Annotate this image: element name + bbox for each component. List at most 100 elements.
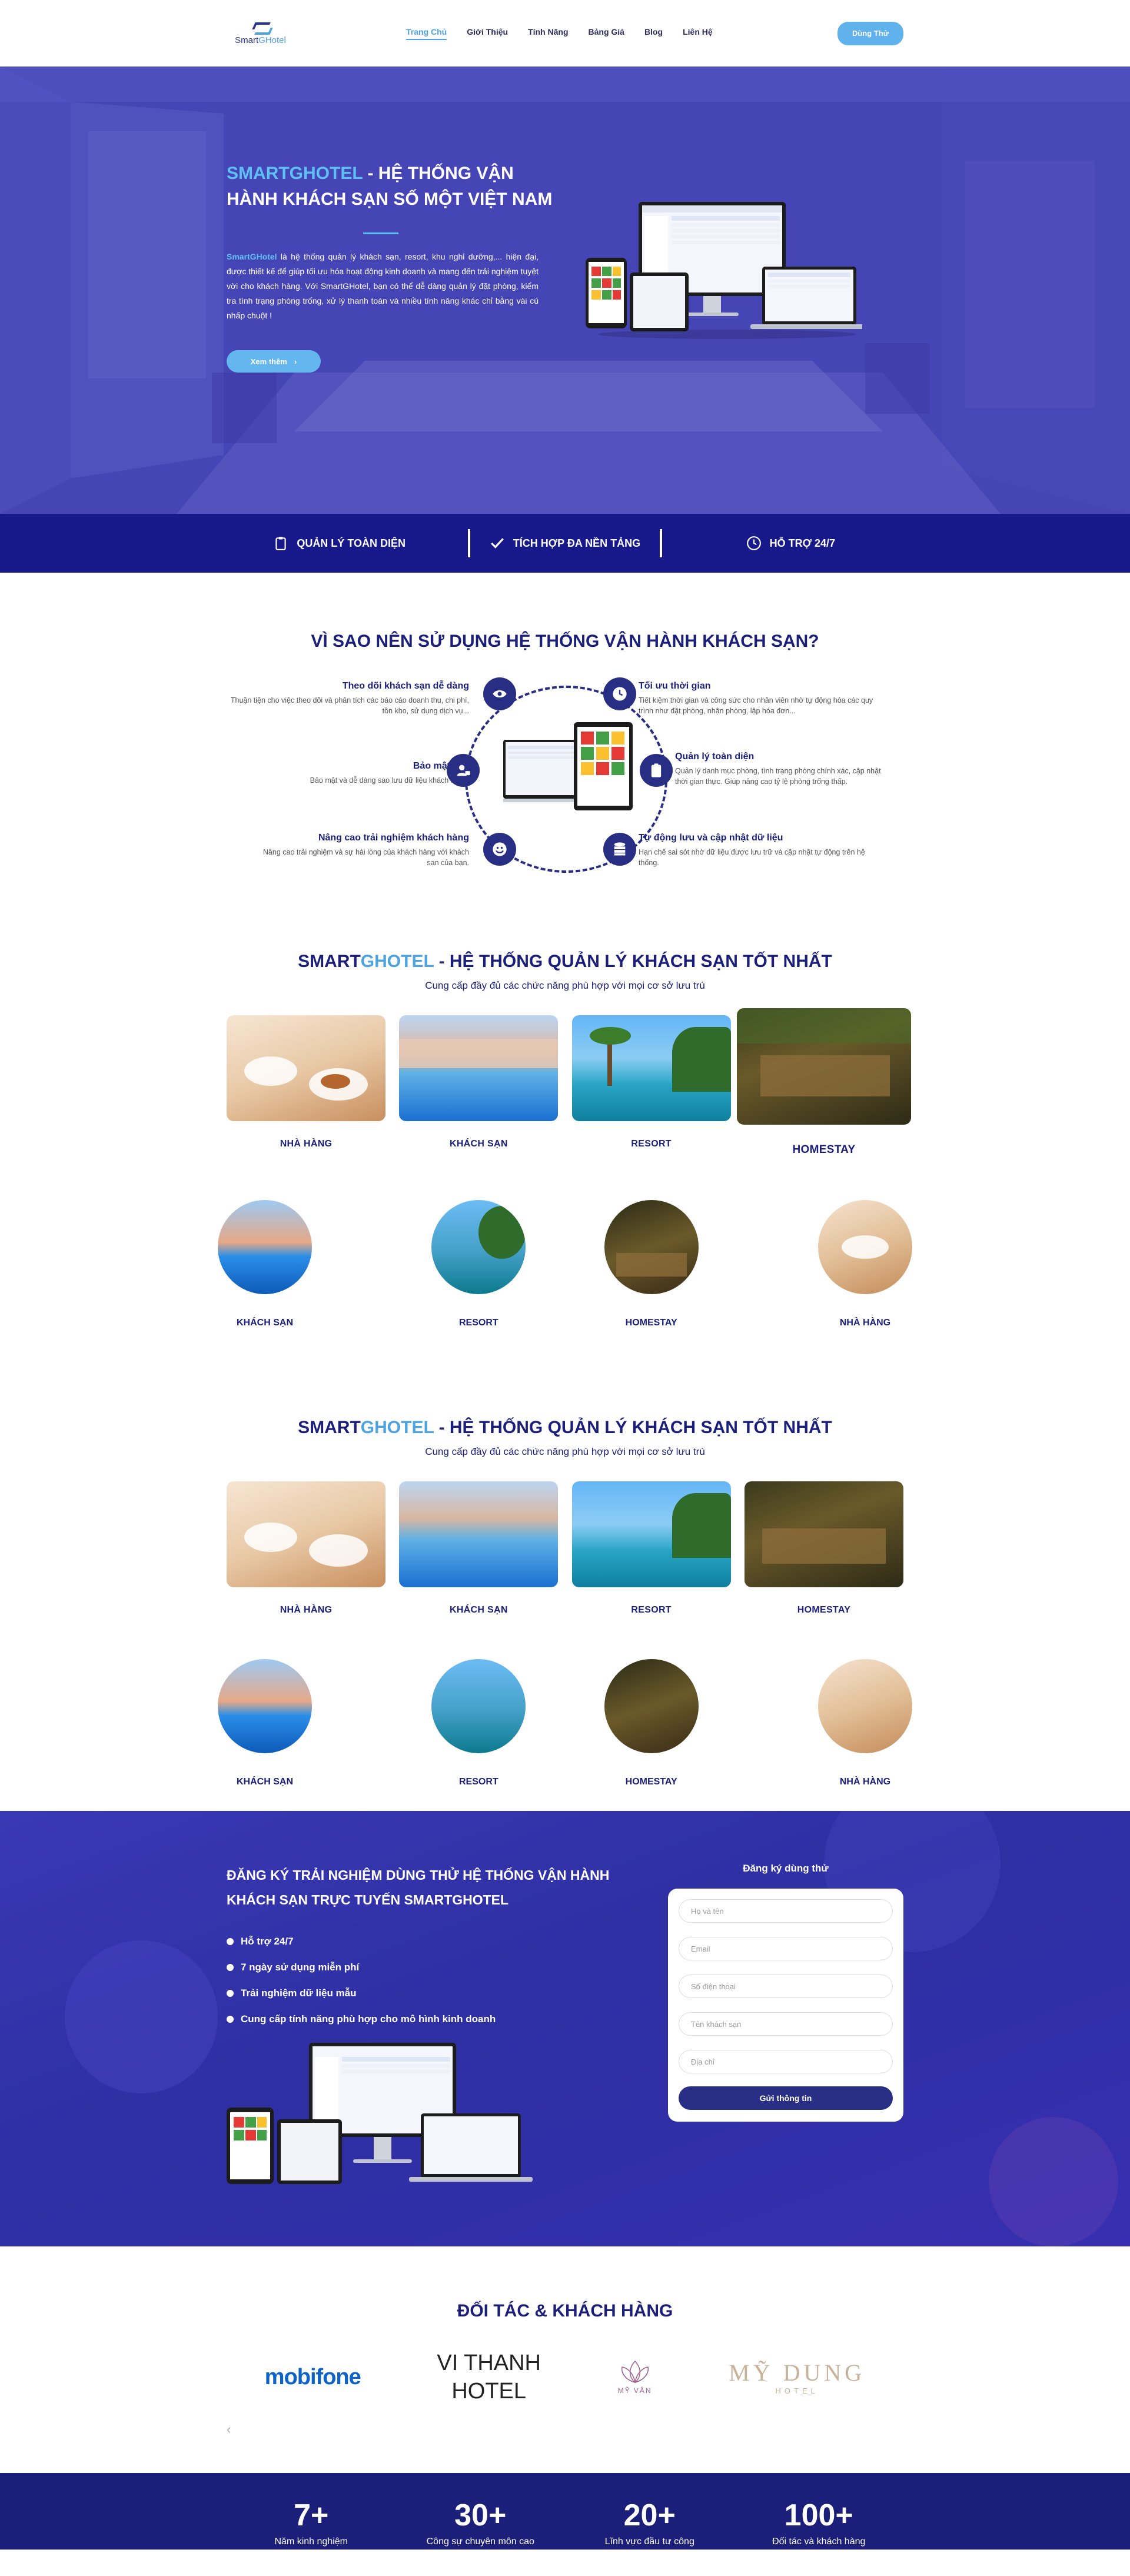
- why-item-desc: Nâng cao trải nghiệm và sự hài lòng của …: [262, 848, 469, 867]
- hotel-round-image: [218, 1200, 312, 1294]
- name-field[interactable]: Họ và tên: [679, 1899, 893, 1923]
- why-item: Tối ưu thời gian Tiết kiệm thời gian và …: [639, 681, 886, 716]
- hotel-title-accent: GHOTEL: [360, 1418, 434, 1437]
- round-homestay[interactable]: HOMESTAY: [572, 1659, 731, 1787]
- see-more-button[interactable]: Xem thêm ›: [227, 350, 321, 373]
- partner-logo-mobifone: mobifone: [265, 2365, 361, 2390]
- hotel-title-part: SMART: [298, 1418, 361, 1437]
- card-restaurant[interactable]: NHÀ HÀNG: [227, 1015, 385, 1156]
- mobifone-text: mobifone: [264, 2364, 361, 2389]
- card-restaurant[interactable]: NHÀ HÀNG: [227, 1481, 385, 1616]
- stat-item: 7+ Năm kinh nghiệm: [235, 2498, 388, 2547]
- nav-features[interactable]: Tính Năng: [528, 27, 568, 40]
- check-icon: [490, 538, 504, 549]
- nav-pricing[interactable]: Bảng Giá: [589, 27, 624, 40]
- clock-icon: [603, 677, 636, 710]
- chevron-right-icon: ›: [294, 357, 297, 366]
- feature-label: HỖ TRỢ 24/7: [769, 537, 835, 549]
- round-homestay[interactable]: HOMESTAY: [572, 1200, 731, 1328]
- benefit-item: 7 ngày sử dụng miễn phí: [227, 1962, 639, 1973]
- round-restaurant[interactable]: NHÀ HÀNG: [745, 1659, 986, 1787]
- homestay-image: [744, 1481, 903, 1587]
- hero-title: SMARTGHOTEL - HỆ THỐNG VẬN HÀNH KHÁCH SẠ…: [227, 161, 556, 212]
- homestay-round-image: [604, 1659, 699, 1753]
- feature-label: QUẢN LÝ TOÀN DIỆN: [297, 537, 406, 549]
- round-label: RESORT: [458, 1318, 498, 1328]
- partner-logo-mydung: MỸ DUNG HOTEL: [729, 2359, 865, 2395]
- card-label: RESORT: [631, 1605, 672, 1615]
- stat-number: 20+: [623, 2498, 676, 2532]
- card-homestay[interactable]: HOMESTAY: [736, 1008, 911, 1156]
- round-resort[interactable]: RESORT: [399, 1200, 558, 1328]
- email-field[interactable]: Email: [679, 1937, 893, 1960]
- benefit-item: Hỗ trợ 24/7: [227, 1936, 639, 1947]
- phone-field[interactable]: Số điện thoại: [679, 1975, 893, 1998]
- hotel-round-image: [218, 1659, 312, 1753]
- card-homestay[interactable]: HOMESTAY: [744, 1481, 903, 1616]
- resort-image: [571, 1481, 731, 1587]
- logo[interactable]: SmartGHotel: [227, 21, 294, 45]
- round-restaurant[interactable]: NHÀ HÀNG: [745, 1200, 986, 1328]
- card-label: KHÁCH SẠN: [449, 1139, 508, 1149]
- benefit-list: Hỗ trợ 24/7 7 ngày sử dụng miễn phí Trải…: [227, 1936, 639, 2025]
- main-nav: Trang Chủ Giới Thiệu Tính Năng Bảng Giá …: [406, 27, 733, 40]
- trial-button[interactable]: Dùng Thử: [837, 21, 903, 45]
- devices-mockup-image: [586, 202, 862, 339]
- feature-item-support: HỖ TRỢ 24/7: [693, 529, 888, 557]
- why-item-desc: Bảo mật và dễ dàng sao lưu dữ liệu khách…: [310, 776, 469, 785]
- feature-label: TÍCH HỢP ĐA NỀN TẢNG: [513, 537, 641, 549]
- register-info: ĐĂNG KÝ TRẢI NGHIỆM DÙNG THỬ HỆ THỐNG VẬ…: [227, 1863, 639, 2199]
- card-resort[interactable]: RESORT: [571, 1481, 731, 1616]
- stat-item: 100+ Đối tác và khách hàng: [742, 2498, 895, 2547]
- devices-mockup-image: [227, 2043, 533, 2184]
- app-mockup-image: [503, 722, 633, 810]
- chevron-left-icon[interactable]: ‹: [227, 2422, 231, 2437]
- round-label: RESORT: [458, 1777, 498, 1787]
- round-hotel[interactable]: KHÁCH SẠN: [144, 1200, 385, 1328]
- stat-number: 30+: [454, 2498, 507, 2532]
- card-hotel[interactable]: KHÁCH SẠN: [399, 1481, 559, 1616]
- stat-label: Đối tác và khách hàng: [772, 2537, 866, 2547]
- nav-blog[interactable]: Blog: [644, 27, 663, 40]
- clipboard-icon: [640, 754, 673, 787]
- card-label: RESORT: [631, 1139, 672, 1149]
- register-form-panel: Đăng ký dùng thử Họ và tên Email Số điện…: [668, 1863, 903, 2122]
- round-label: NHÀ HÀNG: [839, 1318, 891, 1328]
- nav-home[interactable]: Trang Chủ: [406, 27, 447, 40]
- why-item-title: Bảo mật cao: [413, 761, 469, 771]
- logo-text-main: Smart: [235, 35, 259, 45]
- nav-contact[interactable]: Liên Hệ: [683, 27, 713, 40]
- round-label: KHÁCH SẠN: [237, 1777, 293, 1787]
- nav-about[interactable]: Giới Thiệu: [467, 27, 508, 40]
- restaurant-round-image: [817, 1659, 912, 1753]
- why-item-title: Quản lý toàn diện: [675, 752, 755, 762]
- stat-label: Năm kinh nghiệm: [274, 2537, 348, 2547]
- hotel-types-section-2: SMARTGHOTEL - HỆ THỐNG QUẢN LÝ KHÁCH SẠN…: [0, 1373, 1130, 1811]
- vithanh-line2: HOTEL: [451, 2379, 527, 2404]
- partner-logo-vithanh: VI THANH HOTEL: [437, 2349, 541, 2405]
- hotel-section-title: SMARTGHOTEL - HỆ THỐNG QUẢN LÝ KHÁCH SẠN…: [227, 1418, 903, 1438]
- hero-desc-text: là hệ thống quản lý khách sạn, resort, k…: [227, 252, 539, 320]
- card-hotel[interactable]: KHÁCH SẠN: [399, 1015, 559, 1156]
- why-item-title: Tự động lưu và cập nhật dữ liệu: [639, 833, 783, 843]
- submit-button[interactable]: Gửi thông tin: [679, 2086, 893, 2110]
- resort-round-image: [431, 1659, 526, 1753]
- why-features: Theo dõi khách sạn dễ dàng Thuận tiện ch…: [227, 677, 903, 905]
- see-more-label: Xem thêm: [250, 357, 287, 366]
- mydung-line2: HOTEL: [775, 2386, 819, 2395]
- hotel-name-field[interactable]: Tên khách sạn: [679, 2012, 893, 2036]
- hotel-title-accent: GHOTEL: [360, 952, 434, 971]
- why-item-title: Nâng cao trải nghiệm khách hàng: [318, 833, 469, 843]
- round-label: KHÁCH SẠN: [237, 1318, 293, 1328]
- card-resort[interactable]: RESORT: [571, 1015, 731, 1156]
- why-item-desc: Thuận tiện cho việc theo dõi và phân tíc…: [230, 696, 469, 715]
- why-item: Theo dõi khách sạn dễ dàng Thuận tiện ch…: [222, 681, 469, 716]
- resort-image: [571, 1015, 731, 1121]
- address-field[interactable]: Địa chỉ: [679, 2050, 893, 2073]
- user-lock-icon: [447, 754, 480, 787]
- hotel-pool-image: [399, 1481, 559, 1587]
- round-resort[interactable]: RESORT: [399, 1659, 558, 1787]
- round-hotel[interactable]: KHÁCH SẠN: [144, 1659, 385, 1787]
- hotel-section-subtitle: Cung cấp đầy đủ các chức năng phù hợp vớ…: [425, 1446, 705, 1457]
- why-item: Bảo mật cao Bảo mật và dễ dàng sao lưu d…: [222, 761, 469, 786]
